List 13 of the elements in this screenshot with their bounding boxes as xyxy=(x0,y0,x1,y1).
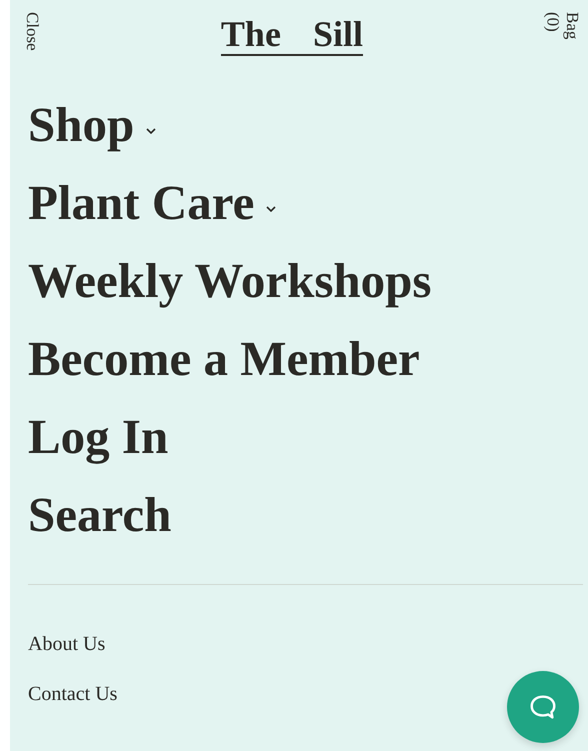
menu-item[interactable]: Plant Care xyxy=(28,164,276,242)
chevron-down-icon xyxy=(266,206,276,212)
menu-item[interactable]: Become a Member xyxy=(28,320,420,398)
close-link[interactable]: Close xyxy=(24,12,41,51)
footer-link[interactable]: About Us xyxy=(28,631,106,657)
menu-item[interactable]: Search xyxy=(28,476,172,554)
bag-link[interactable]: Bag (0) xyxy=(542,12,582,40)
menu-item[interactable]: Weekly Workshops xyxy=(28,242,432,320)
menu-item[interactable]: Shop xyxy=(28,86,156,164)
logo[interactable]: The Sill xyxy=(220,16,363,56)
chevron-down-icon xyxy=(146,128,156,134)
menu-item[interactable]: Log In xyxy=(28,398,168,476)
footer-link[interactable]: Contact Us xyxy=(28,681,118,707)
